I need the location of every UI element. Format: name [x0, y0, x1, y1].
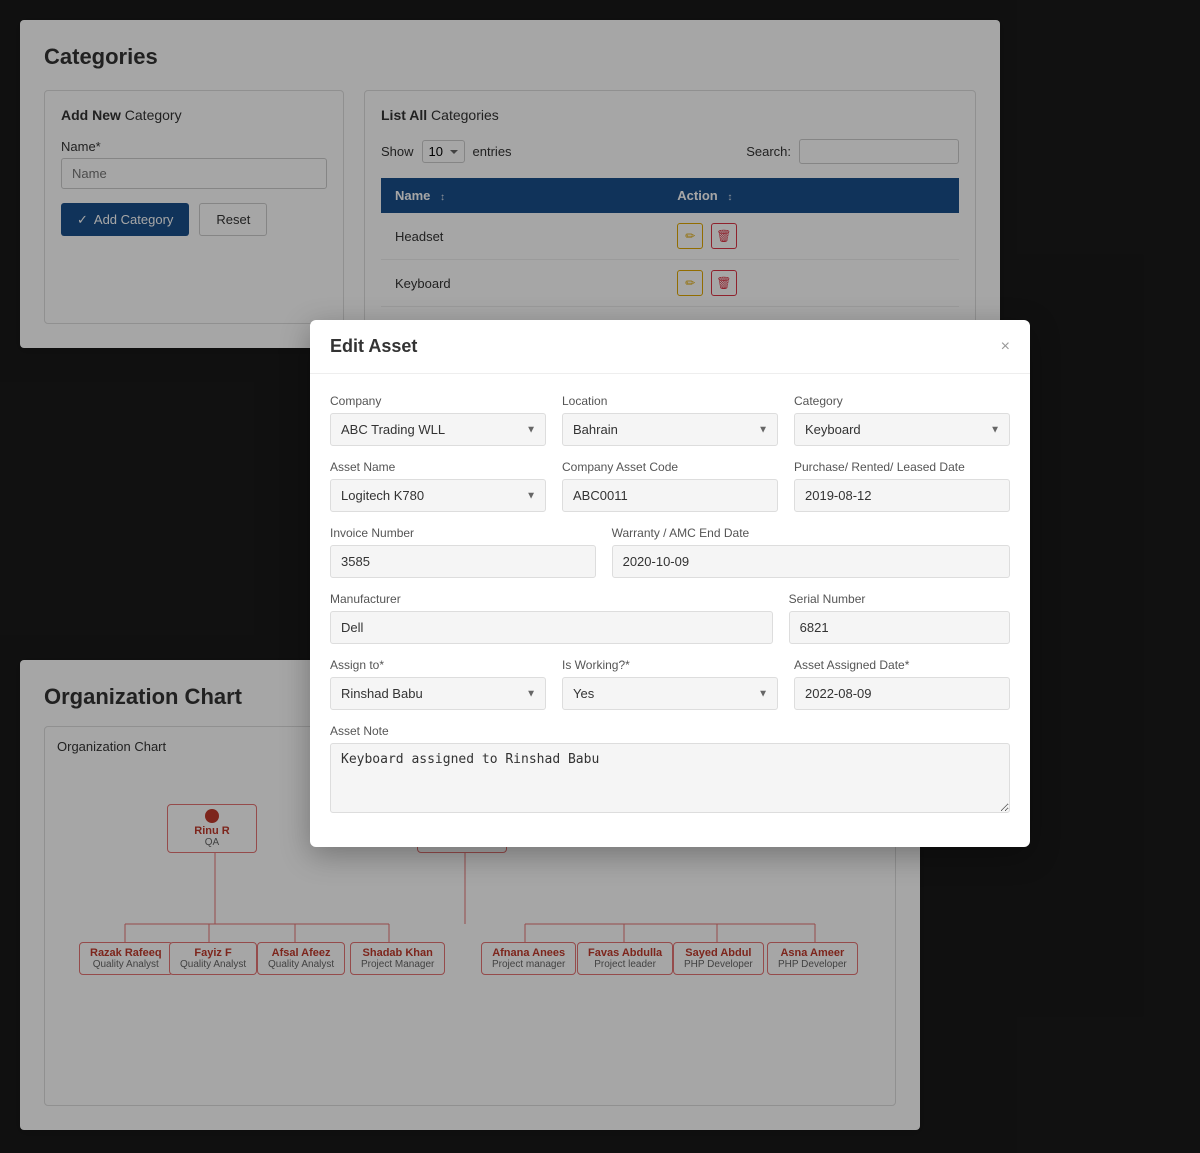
category-field: Category Keyboard ▼ — [794, 394, 1010, 446]
warranty-label: Warranty / AMC End Date — [612, 526, 1010, 540]
company-asset-code-label: Company Asset Code — [562, 460, 778, 474]
serial-number-field: Serial Number — [789, 592, 1010, 644]
company-select-wrapper: ABC Trading WLL ▼ — [330, 413, 546, 446]
assign-to-select[interactable]: Rinshad Babu — [330, 677, 546, 710]
asset-assigned-date-field: Asset Assigned Date* — [794, 658, 1010, 710]
location-select-wrapper: Bahrain ▼ — [562, 413, 778, 446]
warranty-input[interactable] — [612, 545, 1010, 578]
company-asset-code-input[interactable] — [562, 479, 778, 512]
invoice-number-field: Invoice Number — [330, 526, 596, 578]
asset-name-label: Asset Name — [330, 460, 546, 474]
modal-body: Company ABC Trading WLL ▼ Location Bahra… — [310, 374, 1030, 847]
is-working-field: Is Working?* Yes No ▼ — [562, 658, 778, 710]
asset-note-label: Asset Note — [330, 724, 1010, 738]
modal-row-3: Invoice Number Warranty / AMC End Date — [330, 526, 1010, 578]
modal-row-6: Asset Note Keyboard assigned to Rinshad … — [330, 724, 1010, 813]
modal-header: Edit Asset × — [310, 320, 1030, 374]
asset-note-field: Asset Note Keyboard assigned to Rinshad … — [330, 724, 1010, 813]
purchase-date-label: Purchase/ Rented/ Leased Date — [794, 460, 1010, 474]
category-select-wrapper: Keyboard ▼ — [794, 413, 1010, 446]
modal-row-4: Manufacturer Serial Number — [330, 592, 1010, 644]
asset-assigned-date-label: Asset Assigned Date* — [794, 658, 1010, 672]
serial-number-label: Serial Number — [789, 592, 1010, 606]
location-label: Location — [562, 394, 778, 408]
modal-row-1: Company ABC Trading WLL ▼ Location Bahra… — [330, 394, 1010, 446]
modal-title: Edit Asset — [330, 336, 417, 357]
company-label: Company — [330, 394, 546, 408]
is-working-label: Is Working?* — [562, 658, 778, 672]
category-label: Category — [794, 394, 1010, 408]
manufacturer-field: Manufacturer — [330, 592, 773, 644]
asset-assigned-date-input[interactable] — [794, 677, 1010, 710]
asset-name-select-wrapper: Logitech K780 ▼ — [330, 479, 546, 512]
warranty-field: Warranty / AMC End Date — [612, 526, 1010, 578]
assign-to-label: Assign to* — [330, 658, 546, 672]
invoice-number-input[interactable] — [330, 545, 596, 578]
assign-to-field: Assign to* Rinshad Babu ▼ — [330, 658, 546, 710]
company-select[interactable]: ABC Trading WLL — [330, 413, 546, 446]
invoice-number-label: Invoice Number — [330, 526, 596, 540]
modal-row-5: Assign to* Rinshad Babu ▼ Is Working?* Y… — [330, 658, 1010, 710]
purchase-date-field: Purchase/ Rented/ Leased Date — [794, 460, 1010, 512]
edit-asset-modal: Edit Asset × Company ABC Trading WLL ▼ L… — [310, 320, 1030, 847]
is-working-select[interactable]: Yes No — [562, 677, 778, 710]
assign-to-select-wrapper: Rinshad Babu ▼ — [330, 677, 546, 710]
company-field: Company ABC Trading WLL ▼ — [330, 394, 546, 446]
purchase-date-input[interactable] — [794, 479, 1010, 512]
asset-note-textarea[interactable]: Keyboard assigned to Rinshad Babu — [330, 743, 1010, 813]
manufacturer-label: Manufacturer — [330, 592, 773, 606]
serial-number-input[interactable] — [789, 611, 1010, 644]
category-select[interactable]: Keyboard — [794, 413, 1010, 446]
modal-row-2: Asset Name Logitech K780 ▼ Company Asset… — [330, 460, 1010, 512]
manufacturer-input[interactable] — [330, 611, 773, 644]
asset-name-field: Asset Name Logitech K780 ▼ — [330, 460, 546, 512]
location-field: Location Bahrain ▼ — [562, 394, 778, 446]
asset-name-select[interactable]: Logitech K780 — [330, 479, 546, 512]
modal-close-button[interactable]: × — [1001, 339, 1010, 355]
is-working-select-wrapper: Yes No ▼ — [562, 677, 778, 710]
company-asset-code-field: Company Asset Code — [562, 460, 778, 512]
location-select[interactable]: Bahrain — [562, 413, 778, 446]
